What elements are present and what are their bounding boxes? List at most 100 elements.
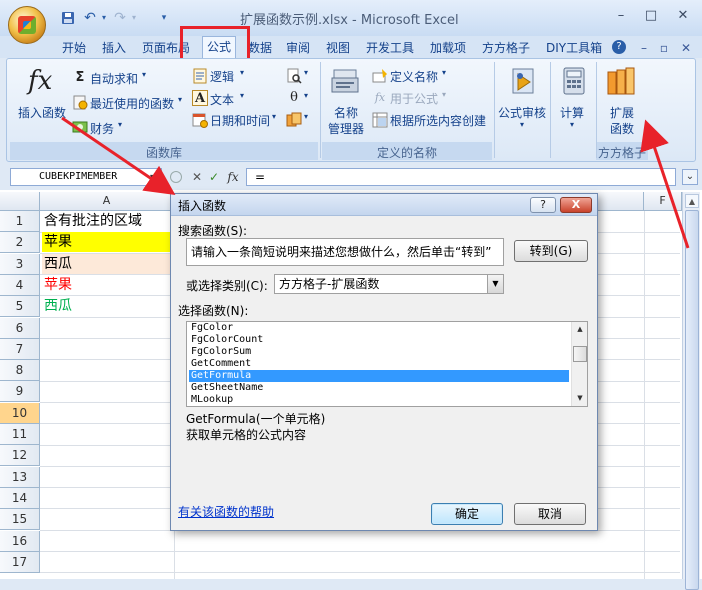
function-list-item[interactable]: GetSheetName	[189, 382, 569, 394]
insert-function-icon[interactable]: fx	[28, 66, 60, 98]
function-help-link[interactable]: 有关该函数的帮助	[178, 503, 274, 520]
financial-dropdown-icon[interactable]: ▾	[118, 120, 122, 129]
row-header[interactable]: 9	[0, 381, 40, 403]
ok-button[interactable]: 确定	[431, 503, 503, 525]
row-header[interactable]: 7	[0, 338, 40, 360]
search-function-input[interactable]: 请输入一条简短说明来描述您想做什么，然后单击“转到”	[186, 238, 504, 266]
save-icon[interactable]	[60, 10, 76, 26]
undo-dropdown-icon[interactable]: ▾	[96, 10, 112, 26]
use-in-formula-button[interactable]: 用于公式	[390, 90, 438, 107]
tab-view[interactable]: 视图	[326, 39, 350, 56]
dialog-close-button[interactable]: X	[560, 197, 592, 213]
tab-addins[interactable]: 加载项	[430, 39, 466, 56]
help-icon[interactable]: ?	[612, 40, 626, 54]
logical-dropdown-icon[interactable]: ▾	[240, 68, 244, 77]
function-list-item[interactable]: GetFormula	[189, 370, 569, 382]
lookup-reference-icon[interactable]	[286, 68, 302, 84]
dialog-help-button[interactable]: ?	[530, 197, 556, 213]
function-list-item[interactable]: FgColor	[189, 322, 569, 334]
calculation-dropdown-icon[interactable]: ▾	[570, 120, 574, 129]
row-header[interactable]: 15	[0, 509, 40, 531]
list-scroll-thumb[interactable]	[573, 346, 587, 362]
extend-functions-label-1[interactable]: 扩展	[610, 104, 634, 121]
cell-a5[interactable]: 西瓜	[42, 296, 172, 317]
formula-input[interactable]: =	[246, 168, 676, 186]
calculation-button[interactable]: 计算	[560, 104, 584, 121]
row-header[interactable]: 10	[0, 402, 40, 424]
row-header[interactable]: 1	[0, 211, 40, 232]
insert-function-button[interactable]: 插入函数	[18, 104, 66, 121]
vertical-scrollbar[interactable]: ▲	[682, 192, 700, 590]
autosum-dropdown-icon[interactable]: ▾	[142, 70, 146, 79]
tab-diy-toolbox[interactable]: DIY工具箱	[546, 39, 602, 56]
name-manager-label-2[interactable]: 管理器	[328, 120, 364, 137]
cancel-button[interactable]: 取消	[514, 503, 586, 525]
cell-a1[interactable]: 含有批注的区域	[42, 211, 172, 231]
insert-function-fx-icon[interactable]: fx	[226, 170, 240, 184]
row-header[interactable]: 5	[0, 296, 40, 318]
expand-formula-bar-icon[interactable]: ⌄	[682, 169, 698, 185]
function-list-scrollbar[interactable]: ▲ ▼	[571, 322, 587, 406]
column-header-f[interactable]: F	[644, 192, 682, 211]
tab-review[interactable]: 审阅	[286, 39, 310, 56]
list-scroll-down-icon[interactable]: ▼	[574, 392, 586, 404]
category-dropdown-icon[interactable]: ▼	[487, 275, 503, 293]
row-header[interactable]: 16	[0, 530, 40, 552]
use-in-formula-dropdown-icon[interactable]: ▾	[442, 90, 446, 99]
scroll-up-icon[interactable]: ▲	[685, 194, 699, 208]
tab-ffgz[interactable]: 方方格子	[482, 39, 530, 56]
formula-auditing-dropdown-icon[interactable]: ▾	[520, 120, 524, 129]
recently-used-button[interactable]: 最近使用的函数	[90, 95, 174, 112]
select-all-corner[interactable]	[0, 192, 40, 211]
more-functions-icon[interactable]	[286, 112, 302, 128]
ribbon-restore-icon[interactable]: ▫	[656, 40, 672, 56]
autosum-button[interactable]: 自动求和	[90, 70, 138, 87]
close-icon[interactable]: ✕	[674, 8, 692, 24]
tab-developer[interactable]: 开发工具	[366, 39, 414, 56]
minimize-icon[interactable]: –	[612, 8, 630, 24]
row-header[interactable]: 8	[0, 360, 40, 382]
tab-data[interactable]: 数据	[248, 39, 272, 56]
confirm-entry-icon[interactable]: ✓	[207, 170, 221, 184]
list-scroll-up-icon[interactable]: ▲	[574, 323, 586, 335]
row-header[interactable]: 4	[0, 274, 40, 296]
text-button[interactable]: 文本	[210, 91, 234, 108]
row-header[interactable]: 13	[0, 466, 40, 488]
math-dropdown-icon[interactable]: ▾	[304, 91, 308, 100]
row-header[interactable]: 14	[0, 487, 40, 509]
row-header[interactable]: 11	[0, 424, 40, 445]
goto-button[interactable]: 转到(G)	[514, 240, 588, 262]
office-button[interactable]	[8, 6, 46, 44]
formula-auditing-button[interactable]: 公式审核	[498, 104, 546, 121]
name-manager-icon[interactable]	[330, 66, 362, 98]
row-header[interactable]: 6	[0, 317, 40, 339]
column-header-a[interactable]: A	[40, 192, 174, 211]
function-list-item[interactable]: FgColorSum	[189, 346, 569, 358]
text-dropdown-icon[interactable]: ▾	[240, 91, 244, 100]
name-manager-label-1[interactable]: 名称	[334, 104, 358, 121]
lookup-dropdown-icon[interactable]: ▾	[304, 68, 308, 77]
extend-functions-icon[interactable]	[606, 66, 638, 98]
math-trig-icon[interactable]: θ	[286, 90, 302, 106]
name-box[interactable]: CUBEKPIMEMBER	[10, 168, 162, 186]
function-list-item[interactable]: FgColorCount	[189, 334, 569, 346]
financial-button[interactable]: 财务	[90, 120, 114, 137]
customize-qat-icon[interactable]: ▾	[156, 10, 172, 26]
ribbon-minimize-icon[interactable]: –	[636, 40, 652, 56]
row-header[interactable]: 3	[0, 253, 40, 275]
maximize-icon[interactable]: □	[642, 8, 660, 24]
logical-button[interactable]: 逻辑	[210, 68, 234, 85]
cell-a4[interactable]: 苹果	[42, 274, 172, 295]
tab-home[interactable]: 开始	[62, 39, 86, 56]
row-header[interactable]: 12	[0, 445, 40, 467]
define-name-button[interactable]: 定义名称	[390, 68, 438, 85]
recent-dropdown-icon[interactable]: ▾	[178, 95, 182, 104]
extend-functions-label-2[interactable]: 函数	[610, 120, 634, 137]
redo-dropdown-icon[interactable]: ▾	[126, 10, 142, 26]
row-header[interactable]: 17	[0, 551, 40, 573]
row-header[interactable]: 2	[0, 232, 40, 254]
more-dropdown-icon[interactable]: ▾	[304, 112, 308, 121]
cell-a3[interactable]: 西瓜	[42, 253, 172, 274]
function-list-item[interactable]: GetComment	[189, 358, 569, 370]
tab-insert[interactable]: 插入	[102, 39, 126, 56]
